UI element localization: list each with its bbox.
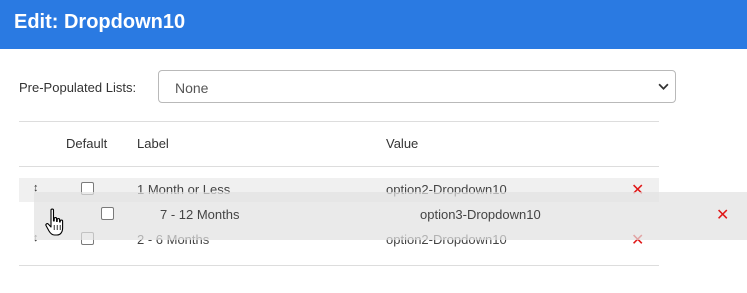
column-header-value: Value xyxy=(386,136,419,151)
delete-icon[interactable]: ✕ xyxy=(716,205,729,225)
dialog-header: Edit: Dropdown10 xyxy=(0,0,747,49)
option-value[interactable]: option3-Dropdown10 xyxy=(420,207,541,222)
table-header-divider xyxy=(19,166,659,167)
prepopulated-lists-select[interactable]: None xyxy=(158,70,676,103)
hand-cursor-icon xyxy=(45,208,64,236)
default-checkbox[interactable] xyxy=(101,207,114,220)
column-header-default: Default xyxy=(66,136,108,151)
dialog-title: Edit: Dropdown10 xyxy=(14,11,186,33)
option-label[interactable]: 7 - 12 Months xyxy=(160,207,240,222)
table-top-divider xyxy=(19,121,659,122)
chevron-down-icon xyxy=(658,83,669,90)
prepopulated-selected-value: None xyxy=(175,80,209,96)
prepopulated-lists-label: Pre-Populated Lists: xyxy=(19,80,137,95)
column-header-label: Label xyxy=(137,136,169,151)
dragging-row[interactable]: ↕ 7 - 12 Months option3-Dropdown10 ✕ xyxy=(34,192,747,240)
table-bottom-divider xyxy=(19,265,659,266)
